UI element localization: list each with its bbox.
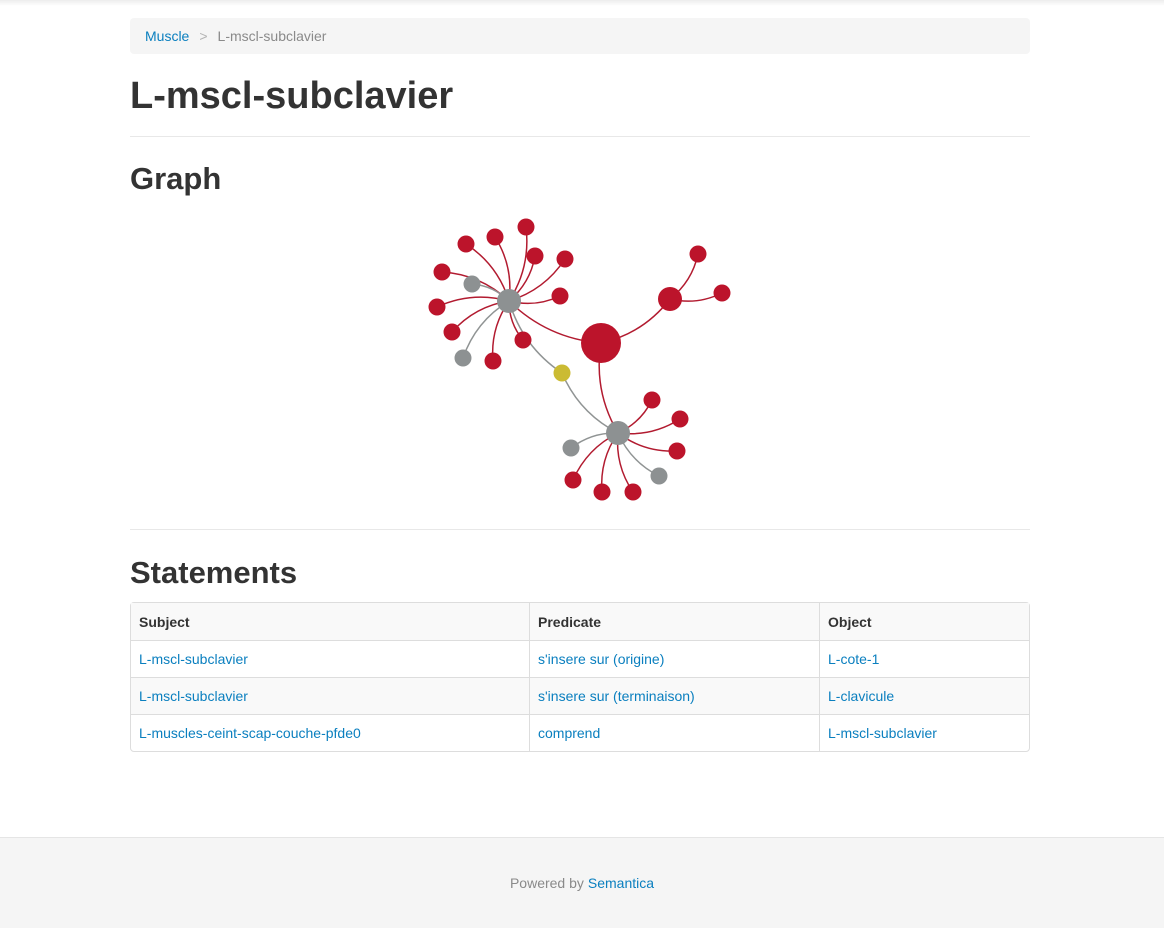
footer: Powered by Semantica [0, 837, 1164, 928]
page-title: L-mscl-subclavier [130, 77, 1030, 137]
graph-node-c1[interactable] [689, 245, 707, 263]
graph-panel [130, 198, 1030, 530]
graph-node-a4[interactable] [526, 247, 544, 265]
subject-cell: L-mscl-subclavier [131, 640, 529, 677]
subject-link[interactable]: L-mscl-subclavier [139, 688, 248, 704]
graph-node-b7[interactable] [650, 467, 668, 485]
subject-cell: L-muscles-ceint-scap-couche-pfde0 [131, 714, 529, 751]
graph-node-b5[interactable] [593, 483, 611, 501]
graph-node-a9[interactable] [443, 323, 461, 341]
object-link[interactable]: L-cote-1 [828, 651, 879, 667]
graph-node-b2[interactable] [671, 410, 689, 428]
predicate-cell: s'insere sur (terminaison) [529, 677, 819, 714]
table-row: L-muscles-ceint-scap-couche-pfde0 compre… [131, 714, 1029, 751]
table-row: L-mscl-subclavier s'insere sur (terminai… [131, 677, 1029, 714]
object-cell: L-mscl-subclavier [819, 714, 1029, 751]
subject-link[interactable]: L-mscl-subclavier [139, 651, 248, 667]
predicate-link[interactable]: s'insere sur (terminaison) [538, 688, 695, 704]
object-cell: L-cote-1 [819, 640, 1029, 677]
graph-node-b6[interactable] [624, 483, 642, 501]
graph-canvas[interactable] [130, 198, 1030, 530]
breadcrumb-current: L-mscl-subclavier [217, 28, 327, 44]
breadcrumb-separator: > [199, 28, 208, 44]
predicate-cell: s'insere sur (origine) [529, 640, 819, 677]
top-shadow [0, 0, 1164, 6]
predicate-cell: comprend [529, 714, 819, 751]
subject-link[interactable]: L-muscles-ceint-scap-couche-pfde0 [139, 725, 361, 741]
graph-node-a5[interactable] [556, 250, 574, 268]
graph-edge [561, 372, 619, 434]
footer-powered-by: Powered by [509, 875, 584, 891]
graph-node-hub3[interactable] [658, 287, 682, 311]
table-row: L-mscl-subclavier s'insere sur (origine)… [131, 640, 1029, 677]
table-header-row: Subject Predicate Object [131, 603, 1029, 640]
object-link[interactable]: L-mscl-subclavier [828, 725, 937, 741]
graph-node-a8[interactable] [428, 298, 446, 316]
graph-node-a3[interactable] [517, 218, 535, 236]
breadcrumb: Muscle > L-mscl-subclavier [130, 18, 1030, 54]
statements-heading: Statements [130, 555, 298, 590]
object-cell: L-clavicule [819, 677, 1029, 714]
main-container: Muscle > L-mscl-subclavier L-mscl-subcla… [130, 18, 1030, 752]
graph-node-a2[interactable] [486, 228, 504, 246]
graph-node-b4[interactable] [564, 471, 582, 489]
graph-node-center[interactable] [581, 323, 621, 363]
graph-node-b1[interactable] [643, 391, 661, 409]
graph-nodes [428, 218, 731, 501]
graph-node-hub1[interactable] [497, 289, 521, 313]
subject-cell: L-mscl-subclavier [131, 677, 529, 714]
object-link[interactable]: L-clavicule [828, 688, 894, 704]
graph-node-a1[interactable] [457, 235, 475, 253]
predicate-link[interactable]: s'insere sur (origine) [538, 651, 664, 667]
graph-node-a12[interactable] [463, 275, 481, 293]
graph-node-c2[interactable] [713, 284, 731, 302]
graph-node-b8[interactable] [562, 439, 580, 457]
graph-node-a7[interactable] [433, 263, 451, 281]
statements-table: Subject Predicate Object L-mscl-subclavi… [130, 602, 1030, 752]
column-header-object: Object [819, 603, 1029, 640]
column-header-subject: Subject [131, 603, 529, 640]
graph-node-a13[interactable] [454, 349, 472, 367]
graph-node-hub2[interactable] [606, 421, 630, 445]
breadcrumb-link-muscle[interactable]: Muscle [145, 28, 189, 44]
graph-node-b3[interactable] [668, 442, 686, 460]
graph-node-yellow[interactable] [553, 364, 571, 382]
footer-semantica-link[interactable]: Semantica [588, 875, 654, 891]
graph-node-a10[interactable] [484, 352, 502, 370]
graph-node-a11[interactable] [514, 331, 532, 349]
predicate-link[interactable]: comprend [538, 725, 600, 741]
column-header-predicate: Predicate [529, 603, 819, 640]
graph-node-a6[interactable] [551, 287, 569, 305]
graph-heading: Graph [130, 161, 222, 196]
